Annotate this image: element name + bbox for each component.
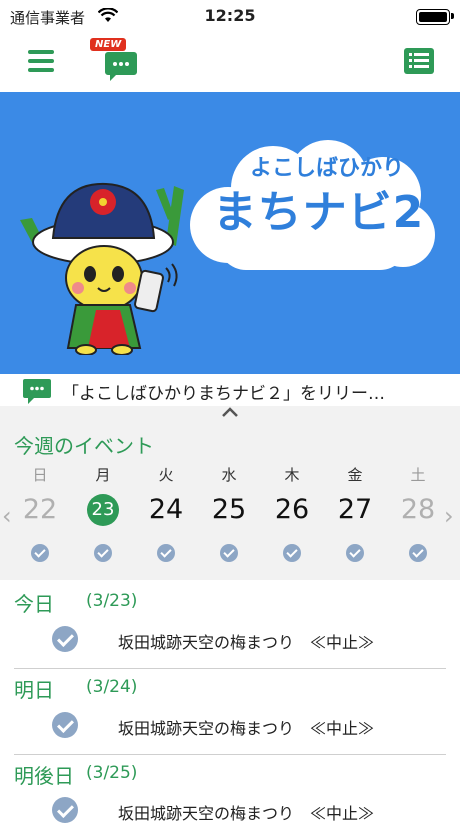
list-view-button[interactable]: [404, 48, 434, 74]
date-number[interactable]: 24: [135, 494, 197, 525]
day-mon[interactable]: 月 23: [72, 464, 134, 562]
clock: 12:25: [204, 6, 256, 25]
check-icon: [220, 544, 238, 562]
check-icon: [283, 544, 301, 562]
divider: [14, 754, 446, 755]
divider: [14, 668, 446, 669]
date-number[interactable]: 25: [198, 494, 260, 525]
app-banner[interactable]: よこしばひかり まちナビ2: [0, 92, 460, 374]
day-sun[interactable]: 日 22: [9, 464, 71, 562]
check-icon[interactable]: [52, 712, 78, 738]
chat-button[interactable]: NEW: [90, 38, 140, 82]
mascot-illustration: [20, 182, 184, 355]
event-day-date: (3/24): [86, 677, 138, 697]
weekly-events-panel: 今週のイベント 日 22 月 23 火 24 水 25 木 26 金 27 土 …: [0, 406, 460, 580]
banner-title-large: まちナビ2: [212, 187, 425, 238]
event-day-label: 明後日: [14, 764, 74, 788]
check-icon: [157, 544, 175, 562]
chevron-left-icon[interactable]: ‹: [2, 502, 12, 530]
event-day-date: (3/25): [86, 763, 138, 783]
dow-label: 火: [158, 466, 174, 484]
day-fri[interactable]: 金 27: [324, 464, 386, 562]
check-icon[interactable]: [52, 626, 78, 652]
week-title: 今週のイベント: [14, 434, 154, 458]
check-icon: [94, 544, 112, 562]
day-wed[interactable]: 水 25: [198, 464, 260, 562]
list-icon: [409, 53, 429, 68]
event-day-label: 今日: [14, 592, 54, 616]
new-badge: NEW: [90, 38, 127, 51]
dow-label: 月: [95, 466, 111, 484]
news-text: 「よこしばひかりまちナビ２」をリリー…: [62, 384, 385, 404]
battery-icon: [416, 9, 450, 25]
date-number[interactable]: 22: [9, 494, 71, 525]
event-title[interactable]: 坂田城跡天空の梅まつり ≪中止≫: [118, 800, 374, 824]
date-number[interactable]: 28: [387, 494, 449, 525]
chevron-up-icon[interactable]: [220, 406, 240, 418]
event-day-date: (3/23): [86, 591, 138, 611]
event-day-label: 明日: [14, 678, 54, 702]
dow-label: 木: [284, 466, 300, 484]
check-icon[interactable]: [52, 797, 78, 823]
status-bar: 通信事業者 12:25: [0, 0, 460, 34]
date-number-selected[interactable]: 23: [87, 494, 119, 526]
check-icon: [409, 544, 427, 562]
battery-cap: [451, 13, 454, 19]
day-sat[interactable]: 土 28: [387, 464, 449, 562]
chat-icon: [23, 379, 51, 404]
day-tue[interactable]: 火 24: [135, 464, 197, 562]
news-ticker[interactable]: 「よこしばひかりまちナビ２」をリリー…: [0, 374, 460, 406]
date-number[interactable]: 26: [261, 494, 323, 525]
chat-icon: [105, 52, 137, 81]
check-icon: [31, 544, 49, 562]
dow-label: 土: [410, 466, 426, 484]
dow-label: 水: [221, 466, 237, 484]
dow-label: 日: [32, 466, 48, 484]
hamburger-menu-icon[interactable]: [28, 50, 54, 72]
event-title[interactable]: 坂田城跡天空の梅まつり ≪中止≫: [118, 629, 374, 653]
event-title[interactable]: 坂田城跡天空の梅まつり ≪中止≫: [118, 715, 374, 739]
date-number[interactable]: 27: [324, 494, 386, 525]
check-icon: [346, 544, 364, 562]
nav-bar: NEW: [0, 34, 460, 92]
day-thu[interactable]: 木 26: [261, 464, 323, 562]
chevron-right-icon[interactable]: ›: [444, 502, 454, 530]
dow-label: 金: [347, 466, 363, 484]
